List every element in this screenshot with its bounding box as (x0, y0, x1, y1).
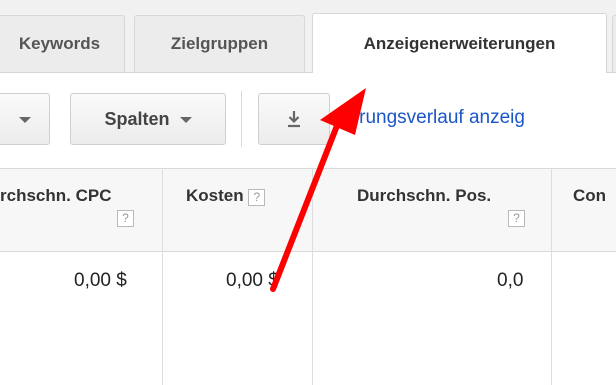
tab-keywords-label: Keywords (18, 34, 101, 53)
chevron-down-icon (179, 117, 192, 123)
toolbar-divider (241, 91, 242, 147)
help-icon[interactable]: ? (248, 189, 266, 206)
cell-pos: 0,0 (497, 270, 524, 291)
tab-anzeigenerweiterungen[interactable]: Anzeigenerweiterungen (312, 13, 607, 74)
help-icon[interactable]: ? (117, 210, 134, 227)
cell-cpc: 0,00 $ (74, 270, 127, 291)
toolbar: Spalten derungsverlauf anzeig (0, 73, 616, 168)
download-button[interactable] (258, 93, 330, 145)
tab-keywords[interactable]: Keywords (0, 15, 125, 72)
tab-zielgruppen[interactable]: Zielgruppen (134, 15, 305, 72)
tab-more[interactable] (612, 15, 616, 72)
column-separator (312, 168, 313, 385)
column-separator (162, 168, 163, 385)
chevron-down-icon (19, 117, 31, 123)
cell-kosten: 0,00 $ (226, 270, 279, 291)
column-header-conv[interactable]: Con (573, 186, 606, 206)
column-header-kosten[interactable]: Kosten ? (186, 186, 266, 206)
tab-zielgruppen-label: Zielgruppen (170, 34, 269, 53)
download-icon (288, 111, 300, 128)
column-header-cpc[interactable]: rchschn. CPC (0, 186, 111, 206)
column-header-pos[interactable]: Durchschn. Pos. (357, 186, 491, 206)
tab-anzeigenerweiterungen-label: Anzeigenerweiterungen (363, 34, 556, 53)
dropdown-button[interactable] (0, 93, 50, 145)
column-header-kosten-label: Kosten (186, 186, 244, 205)
change-history-link[interactable]: derungsverlauf anzeig (338, 107, 525, 129)
column-separator (551, 168, 552, 385)
help-icon[interactable]: ? (508, 210, 525, 227)
spalten-label: Spalten (104, 108, 170, 129)
tab-bar: Keywords Zielgruppen Anzeigenerweiterung… (0, 0, 616, 74)
spalten-button[interactable]: Spalten (70, 93, 226, 145)
